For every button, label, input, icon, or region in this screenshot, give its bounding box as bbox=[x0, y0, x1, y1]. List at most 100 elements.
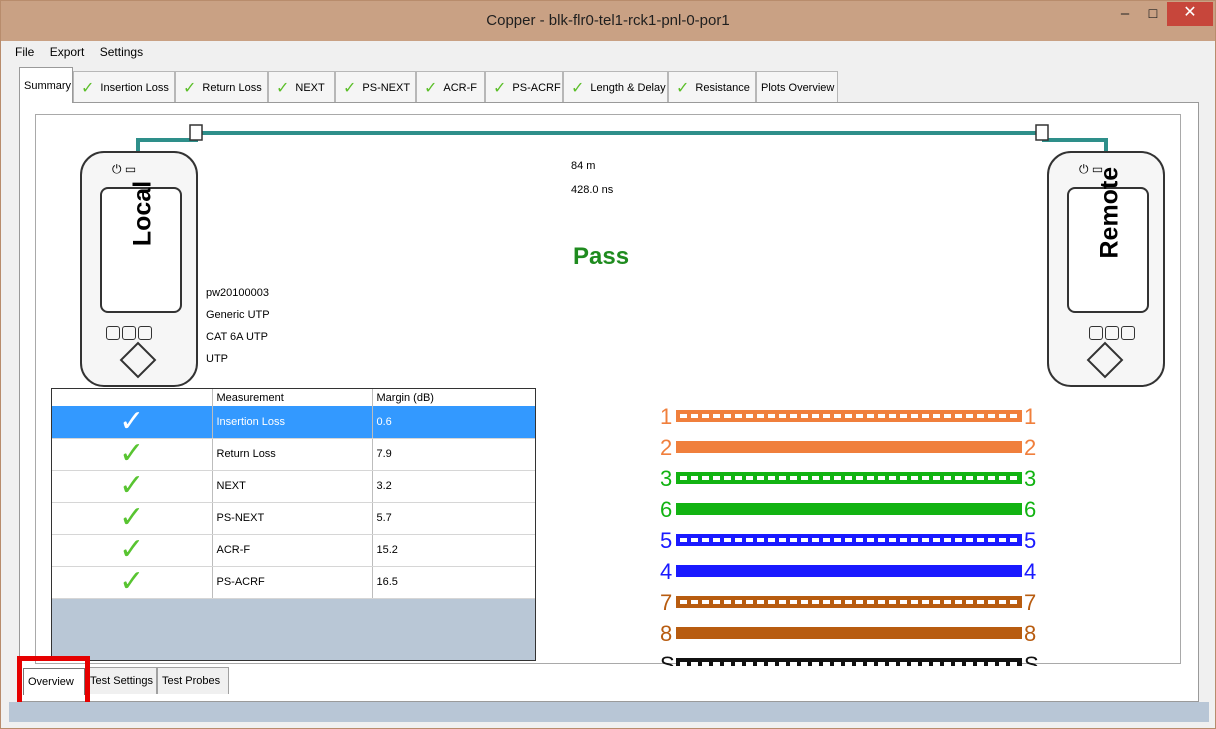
tab-resistance[interactable]: ✓ Resistance bbox=[668, 71, 756, 103]
wire-pair-1: 11 bbox=[660, 404, 1036, 429]
tab-ps-acrf[interactable]: ✓ PS-ACRF bbox=[485, 71, 563, 103]
wire-line bbox=[676, 627, 1022, 639]
menu-bar: File Export Settings bbox=[9, 41, 1209, 63]
close-button[interactable]: ✕ bbox=[1167, 2, 1213, 26]
tab-plots-overview[interactable]: Plots Overview bbox=[756, 71, 838, 103]
wire-pin-label: 6 bbox=[660, 497, 672, 522]
local-label: Local bbox=[128, 180, 157, 247]
tab-return-loss[interactable]: ✓ Return Loss bbox=[175, 71, 268, 103]
window-title: Copper - blk-flr0-tel1-rck1-pnl-0-por1 bbox=[486, 12, 730, 29]
title-bar: Copper - blk-flr0-tel1-rck1-pnl-0-por1 –… bbox=[1, 1, 1215, 41]
tab-acr-f[interactable]: ✓ ACR-F bbox=[416, 71, 485, 103]
wire-pair-6: 66 bbox=[660, 497, 1036, 522]
pass-check-icon: ✓ bbox=[52, 566, 213, 599]
wire-pin-label: 2 bbox=[660, 435, 672, 460]
minimize-button[interactable]: – bbox=[1111, 3, 1139, 29]
overview-area: ⏻ ▭ Local ⏻ ▭ Remote 84 m 428.0 ns Pass … bbox=[35, 114, 1181, 666]
tab-label: Insertion Loss bbox=[100, 81, 169, 94]
wire-pin-label: 8 bbox=[1024, 621, 1036, 646]
device-buttons bbox=[106, 326, 152, 340]
wire-pin-label: 4 bbox=[660, 559, 672, 584]
tab-label: Return Loss bbox=[202, 81, 262, 94]
overall-result: Pass bbox=[573, 243, 630, 270]
tab-label: Resistance bbox=[695, 81, 750, 94]
wire-pair-S: SS bbox=[660, 652, 1039, 666]
status-bar bbox=[9, 702, 1209, 722]
table-row[interactable]: ✓ Return Loss 7.9 bbox=[52, 438, 535, 471]
column-header-measurement[interactable]: Measurement bbox=[212, 389, 373, 406]
pass-check-icon: ✓ bbox=[52, 438, 213, 471]
menu-settings[interactable]: Settings bbox=[94, 41, 149, 59]
wire-pair-2: 22 bbox=[660, 435, 1036, 460]
tab-label: Summary bbox=[24, 79, 72, 92]
tab-insertion-loss[interactable]: ✓ Insertion Loss bbox=[73, 71, 175, 103]
cable-link bbox=[136, 124, 1108, 151]
measurement-cell: NEXT bbox=[212, 470, 373, 503]
cable-category: CAT 6A UTP bbox=[206, 331, 268, 343]
margin-cell: 7.9 bbox=[372, 438, 535, 471]
tab-label: PS-NEXT bbox=[362, 81, 411, 94]
column-header-margin[interactable]: Margin (dB) bbox=[372, 389, 535, 406]
check-icon: ✓ bbox=[81, 79, 95, 97]
margin-cell: 16.5 bbox=[372, 566, 535, 599]
check-icon: ✓ bbox=[571, 79, 585, 97]
column-header-status bbox=[52, 389, 213, 406]
menu-file[interactable]: File bbox=[9, 41, 40, 59]
summary-panel: ⏻ ▭ Local ⏻ ▭ Remote 84 m 428.0 ns Pass … bbox=[19, 102, 1199, 702]
table-row[interactable]: ✓ Insertion Loss 0.6 bbox=[52, 406, 535, 439]
wire-line bbox=[676, 441, 1022, 453]
app-window: Copper - blk-flr0-tel1-rck1-pnl-0-por1 –… bbox=[0, 0, 1216, 729]
wire-pin-label: 5 bbox=[1024, 528, 1036, 553]
tab-length-delay[interactable]: ✓ Length & Delay bbox=[563, 71, 668, 103]
measurement-cell: Return Loss bbox=[212, 438, 373, 471]
tab-label: Length & Delay bbox=[590, 81, 666, 94]
measurement-cell: PS-NEXT bbox=[212, 502, 373, 535]
local-tester-device: ⏻ ▭ Local bbox=[80, 151, 198, 387]
wire-pin-label: 3 bbox=[1024, 466, 1036, 491]
wire-pair-8: 88 bbox=[660, 621, 1036, 646]
device-buttons bbox=[1089, 326, 1135, 340]
wire-pair-4: 44 bbox=[660, 559, 1036, 584]
tab-label: Test Settings bbox=[90, 675, 153, 687]
wire-pin-label: 1 bbox=[660, 404, 672, 429]
margin-cell: 5.7 bbox=[372, 502, 535, 535]
cable-vendor: Generic UTP bbox=[206, 309, 270, 321]
test-tab-strip: Summary ✓ Insertion Loss ✓ Return Loss ✓… bbox=[19, 67, 1199, 103]
margin-cell: 15.2 bbox=[372, 534, 535, 567]
tab-test-settings[interactable]: Test Settings bbox=[85, 667, 157, 694]
wire-pin-label: 4 bbox=[1024, 559, 1036, 584]
check-icon: ✓ bbox=[276, 79, 290, 97]
table-row[interactable]: ✓ NEXT 3.2 bbox=[52, 470, 535, 503]
dpad-icon bbox=[119, 341, 157, 379]
tab-ps-next[interactable]: ✓ PS-NEXT bbox=[335, 71, 416, 103]
wire-pin-label: 6 bbox=[1024, 497, 1036, 522]
cable-type: UTP bbox=[206, 353, 228, 365]
pass-check-icon: ✓ bbox=[52, 534, 213, 567]
tab-label: NEXT bbox=[295, 81, 325, 94]
pass-check-icon: ✓ bbox=[52, 470, 213, 503]
measurement-cell: PS-ACRF bbox=[212, 566, 373, 599]
table-row[interactable]: ✓ ACR-F 15.2 bbox=[52, 534, 535, 567]
tab-test-probes[interactable]: Test Probes bbox=[157, 667, 229, 694]
wire-pin-label: 5 bbox=[660, 528, 672, 553]
table-row[interactable]: ✓ PS-ACRF 16.5 bbox=[52, 566, 535, 599]
check-icon: ✓ bbox=[183, 79, 197, 97]
check-icon: ✓ bbox=[424, 79, 438, 97]
tab-summary[interactable]: Summary bbox=[19, 67, 73, 103]
measurement-results-table: Measurement Margin (dB) ✓ Insertion Loss… bbox=[51, 388, 536, 661]
table-row[interactable]: ✓ PS-NEXT 5.7 bbox=[52, 502, 535, 535]
menu-export[interactable]: Export bbox=[44, 41, 91, 59]
wire-pair-3: 33 bbox=[660, 466, 1036, 491]
wire-pin-label: S bbox=[660, 652, 675, 666]
tab-label: PS-ACRF bbox=[512, 81, 561, 94]
measurement-cell: Insertion Loss bbox=[212, 406, 373, 439]
pass-check-icon: ✓ bbox=[52, 406, 213, 439]
maximize-button[interactable]: ☐ bbox=[1139, 3, 1167, 29]
margin-cell: 3.2 bbox=[372, 470, 535, 503]
wire-pin-label: 7 bbox=[1024, 590, 1036, 615]
tab-label: Plots Overview bbox=[761, 81, 835, 94]
wire-pin-label: 1 bbox=[1024, 404, 1036, 429]
tab-next[interactable]: ✓ NEXT bbox=[268, 71, 335, 103]
check-icon: ✓ bbox=[676, 79, 690, 97]
wire-pin-label: 8 bbox=[660, 621, 672, 646]
